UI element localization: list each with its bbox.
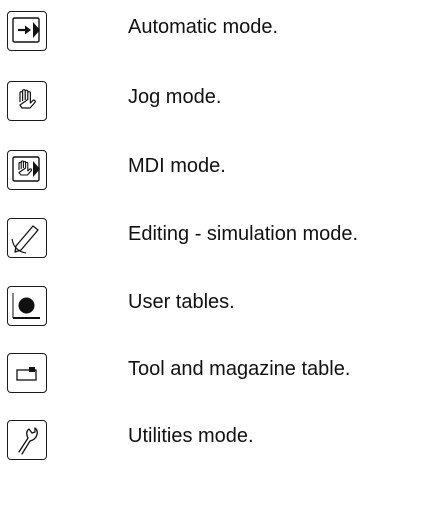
hand-arrow-icon: [12, 156, 40, 182]
user-tables-key[interactable]: [7, 286, 47, 326]
mdi-mode-label: MDI mode.: [128, 155, 226, 177]
editing-mode-key[interactable]: [7, 218, 47, 258]
tool-table-icon: [16, 367, 37, 381]
mdi-mode-key[interactable]: [7, 150, 47, 190]
jog-mode-key[interactable]: [7, 81, 47, 121]
automatic-arrow-icon: [12, 17, 40, 43]
editing-mode-label: Editing - simulation mode.: [128, 223, 359, 245]
mode-row-jog: Jog mode.: [0, 81, 434, 137]
filled-dot-icon: [12, 293, 40, 319]
utilities-mode-key[interactable]: [7, 420, 47, 460]
mode-row-tool-table: Tool and magazine table.: [0, 353, 434, 409]
tool-table-label: Tool and magazine table.: [128, 358, 351, 380]
hand-icon: [19, 89, 36, 109]
user-tables-label: User tables.: [128, 291, 235, 313]
automatic-mode-label: Automatic mode.: [128, 16, 279, 38]
mode-row-editing: Editing - simulation mode.: [0, 218, 434, 274]
mode-row-mdi: MDI mode.: [0, 150, 434, 206]
wrench-icon: [18, 427, 38, 455]
jog-mode-label: Jog mode.: [128, 86, 222, 108]
utilities-mode-label: Utilities mode.: [128, 425, 254, 447]
mode-row-automatic: Automatic mode.: [0, 11, 434, 67]
automatic-mode-key[interactable]: [7, 11, 47, 51]
tool-table-key[interactable]: [7, 353, 47, 393]
pencil-icon: [11, 225, 39, 254]
mode-row-utilities: Utilities mode.: [0, 420, 434, 476]
mode-row-user-tables: User tables.: [0, 286, 434, 342]
